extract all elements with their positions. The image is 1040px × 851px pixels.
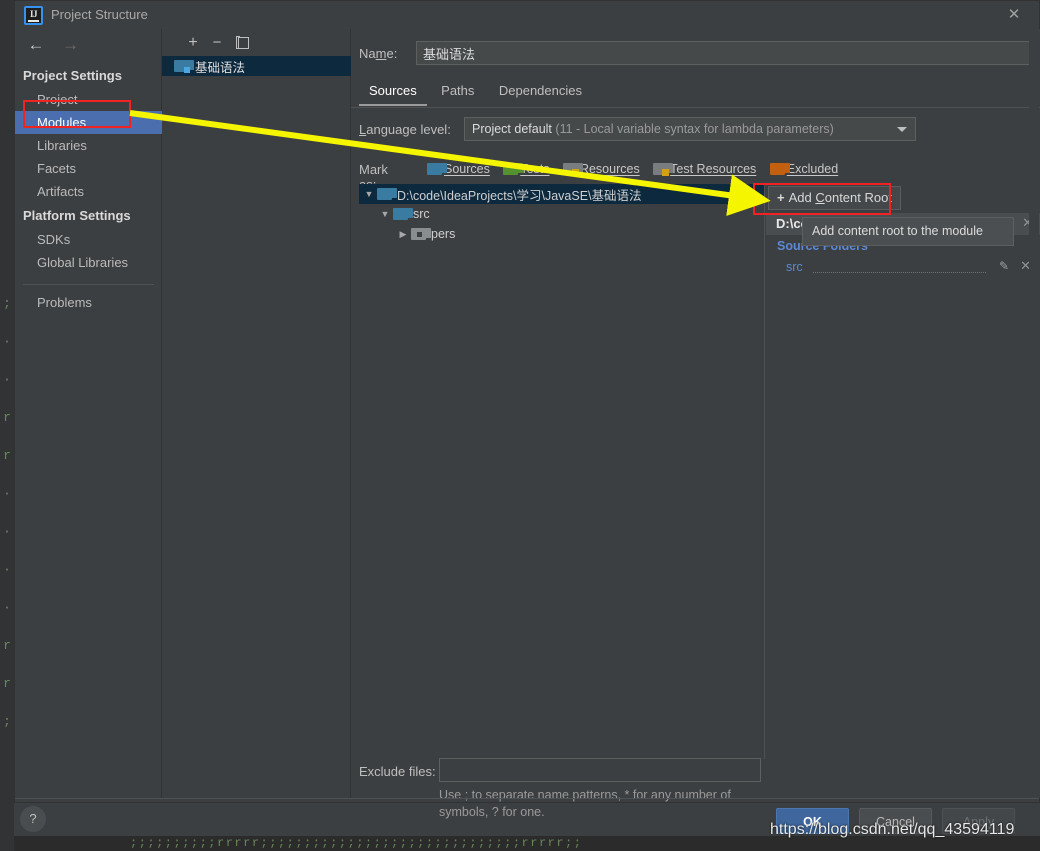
tree-twisty-icon[interactable]: ▼ <box>377 209 393 219</box>
tree-node-pers: pers <box>431 227 456 241</box>
leader-dots <box>813 272 986 273</box>
dialog-title: Project Structure <box>51 7 148 22</box>
dialog-titlebar: IJ Project Structure ✕ <box>15 1 1039 29</box>
pencil-icon[interactable]: ✎ <box>999 259 1009 273</box>
content-roots-tree: ▼ D:\code\IdeaProjects\学习\JavaSE\基础语法 ▼ … <box>359 184 765 759</box>
table-row[interactable]: ▶ pers <box>359 224 764 244</box>
tree-twisty-icon[interactable]: ▶ <box>395 229 411 240</box>
language-level-label: Language level: <box>359 122 451 137</box>
sidebar-item-project[interactable]: Project <box>15 88 162 111</box>
add-content-root-button[interactable]: + Add Content Root <box>768 186 901 210</box>
table-row[interactable]: ▼ src <box>359 204 764 224</box>
mark-as-options: Sources Tests Resources Test Resources E… <box>427 160 847 178</box>
content-root-folder-icon <box>377 188 397 200</box>
module-list-panel: + − 基础语法 <box>162 29 351 798</box>
settings-sidebar: ← → Project Settings Project Modules Lib… <box>15 29 162 798</box>
tooltip-content: Add content root to the module <box>802 217 1014 246</box>
tab-paths[interactable]: Paths <box>431 79 484 104</box>
sidebar-item-facets[interactable]: Facets <box>15 157 162 180</box>
close-icon[interactable]: ✕ <box>1005 6 1023 24</box>
dialog-button-bar-divider <box>15 798 1039 803</box>
tree-twisty-icon[interactable]: ▼ <box>361 189 377 199</box>
mark-as-test-resources-button[interactable]: Test Resources <box>653 162 756 176</box>
module-folder-icon <box>174 60 194 73</box>
tab-sources[interactable]: Sources <box>359 79 427 106</box>
sidebar-item-libraries[interactable]: Libraries <box>15 134 162 157</box>
src-folder-icon <box>393 208 413 220</box>
tests-folder-icon <box>503 162 524 175</box>
sidebar-divider <box>23 284 154 285</box>
mark-as-tests-button[interactable]: Tests <box>503 162 550 176</box>
tree-node-src: src <box>413 207 430 221</box>
name-row: Name: <box>359 41 1039 67</box>
content-scrollbar[interactable] <box>1029 29 1039 798</box>
module-name-input[interactable] <box>416 41 1034 65</box>
sources-folder-icon <box>427 162 447 175</box>
name-label: Name: <box>359 46 398 61</box>
mark-as-sources-button[interactable]: Sources <box>427 162 490 176</box>
sidebar-group-project-settings: Project Settings <box>23 68 122 83</box>
watermark: https://blog.csdn.net/qq_43594119 <box>770 821 1015 838</box>
language-level-select[interactable]: Project default (11 - Local variable syn… <box>464 117 916 141</box>
exclude-files-hint: Use ; to separate name patterns, * for a… <box>439 788 731 819</box>
settings-tabs: Sources Paths Dependencies <box>359 79 592 107</box>
plus-icon: + <box>777 190 785 205</box>
tabs-divider <box>351 107 1040 108</box>
resources-folder-icon <box>562 162 583 176</box>
project-structure-dialog: IJ Project Structure ✕ ← → Project Setti… <box>14 0 1040 819</box>
back-arrow-icon[interactable]: ← <box>21 33 51 57</box>
module-settings-content: Name: Sources Paths Dependencies Languag… <box>351 29 1040 819</box>
sidebar-item-sdks[interactable]: SDKs <box>15 228 162 251</box>
forward-arrow-icon[interactable]: → <box>55 33 85 57</box>
add-module-icon[interactable]: + <box>182 32 204 54</box>
table-row[interactable]: ▼ D:\code\IdeaProjects\学习\JavaSE\基础语法 <box>359 184 764 204</box>
mark-as-resources-button[interactable]: Resources <box>562 162 640 176</box>
language-level-row: Language level: Project default (11 - Lo… <box>359 117 1039 143</box>
list-item: src ✎ ✕ <box>766 258 1040 278</box>
chevron-down-icon <box>897 127 907 132</box>
tab-dependencies[interactable]: Dependencies <box>489 79 592 104</box>
list-item[interactable]: 基础语法 <box>162 56 351 76</box>
sidebar-item-artifacts[interactable]: Artifacts <box>15 180 162 203</box>
intellij-idea-icon: IJ <box>24 6 43 25</box>
source-folder-name[interactable]: src <box>786 260 803 274</box>
copy-module-icon[interactable] <box>232 32 254 54</box>
module-list: 基础语法 <box>162 56 351 76</box>
mark-as-excluded-button[interactable]: Excluded <box>769 162 838 176</box>
test-resources-folder-icon <box>653 162 674 176</box>
help-button[interactable]: ? <box>20 806 46 832</box>
sidebar-group-platform-settings: Platform Settings <box>23 208 131 223</box>
content-root-path: D:\code\IdeaProjects\学习\JavaSE\基础语法 <box>397 188 642 203</box>
module-name: 基础语法 <box>195 60 246 75</box>
sidebar-item-global-libraries[interactable]: Global Libraries <box>15 251 162 274</box>
sidebar-item-problems[interactable]: Problems <box>15 291 162 314</box>
sidebar-list: Project Settings Project Modules Librari… <box>15 63 162 314</box>
excluded-folder-icon <box>769 162 790 175</box>
exclude-files-input[interactable] <box>439 758 761 782</box>
sidebar-nav: ← → <box>21 33 101 59</box>
remove-module-icon[interactable]: − <box>206 32 228 54</box>
background-code-left: ; · · r r · · · · r r ; <box>3 296 11 729</box>
module-toolbar: + − <box>162 29 351 56</box>
sidebar-item-modules[interactable]: Modules <box>15 111 162 134</box>
package-folder-icon <box>411 228 431 240</box>
exclude-files-label: Exclude files: <box>359 764 436 779</box>
content-root-details: + Add Content Root D:\cod ✕ Source Folder… <box>766 184 1040 759</box>
language-level-value: Project default (11 - Local variable syn… <box>472 122 834 136</box>
